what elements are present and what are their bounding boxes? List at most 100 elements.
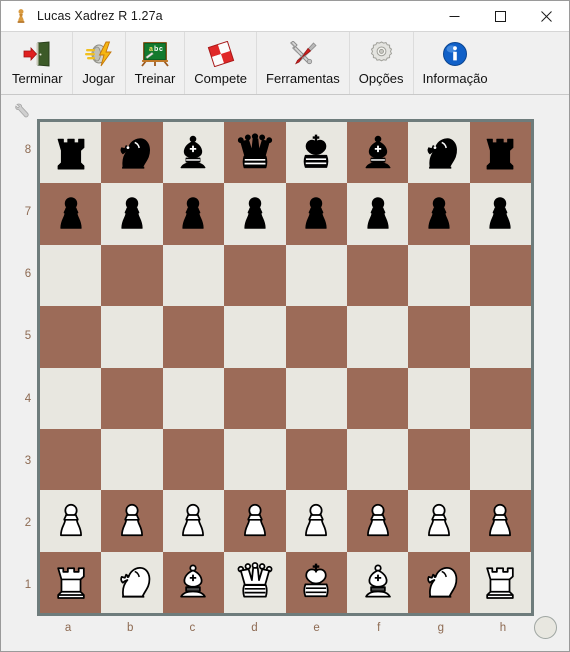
board-square-f1[interactable] <box>346 551 409 613</box>
chess-piece-wp[interactable] <box>49 499 93 543</box>
chessboard-grid[interactable] <box>40 122 531 613</box>
chess-piece-bp[interactable] <box>233 192 277 236</box>
board-square-g8[interactable] <box>408 122 470 184</box>
board-square-d3[interactable] <box>224 428 286 491</box>
chess-piece-wn[interactable] <box>110 560 154 604</box>
chess-piece-br[interactable] <box>478 131 522 175</box>
board-square-h8[interactable] <box>469 122 531 184</box>
board-square-c5[interactable] <box>162 306 225 368</box>
board-square-f3[interactable] <box>346 428 409 491</box>
chess-piece-wq[interactable] <box>233 560 277 604</box>
board-square-f4[interactable] <box>346 367 409 429</box>
wrench-icon[interactable] <box>15 103 31 119</box>
board-square-a1[interactable] <box>40 551 102 613</box>
board-square-d1[interactable] <box>224 551 286 613</box>
board-square-b8[interactable] <box>101 122 163 184</box>
chess-piece-wb[interactable] <box>356 560 400 604</box>
chess-piece-bq[interactable] <box>233 131 277 175</box>
board-square-e2[interactable] <box>285 490 347 552</box>
chess-piece-bb[interactable] <box>171 131 215 175</box>
board-square-c2[interactable] <box>162 490 225 552</box>
board-square-d8[interactable] <box>224 122 286 184</box>
close-button[interactable] <box>523 1 569 31</box>
board-square-d7[interactable] <box>224 183 286 245</box>
board-square-h3[interactable] <box>469 428 531 491</box>
board-square-d5[interactable] <box>224 306 286 368</box>
board-square-a3[interactable] <box>40 428 102 491</box>
board-square-f5[interactable] <box>346 306 409 368</box>
chess-piece-wp[interactable] <box>110 499 154 543</box>
board-square-e3[interactable] <box>285 428 347 491</box>
board-square-e8[interactable] <box>285 122 347 184</box>
toolbar-button-treinar[interactable]: a b c Treinar <box>126 32 186 94</box>
chess-piece-bp[interactable] <box>478 192 522 236</box>
resize-grip-circle[interactable] <box>534 616 557 639</box>
board-square-d2[interactable] <box>224 490 286 552</box>
chess-piece-bp[interactable] <box>49 192 93 236</box>
toolbar-button-terminar[interactable]: Terminar <box>3 32 73 94</box>
toolbar-button-jogar[interactable]: Jogar <box>73 32 126 94</box>
chess-piece-bp[interactable] <box>171 192 215 236</box>
chess-piece-wp[interactable] <box>171 499 215 543</box>
board-square-g3[interactable] <box>408 428 470 491</box>
chess-piece-wp[interactable] <box>233 499 277 543</box>
board-square-d4[interactable] <box>224 367 286 429</box>
chess-piece-wr[interactable] <box>49 560 93 604</box>
chess-piece-bn[interactable] <box>417 131 461 175</box>
board-square-h1[interactable] <box>469 551 531 613</box>
board-square-a8[interactable] <box>40 122 102 184</box>
board-square-f8[interactable] <box>346 122 409 184</box>
board-square-e4[interactable] <box>285 367 347 429</box>
board-square-b1[interactable] <box>101 551 163 613</box>
board-square-d6[interactable] <box>224 244 286 307</box>
board-square-c7[interactable] <box>162 183 225 245</box>
board-square-h4[interactable] <box>469 367 531 429</box>
board-square-h6[interactable] <box>469 244 531 307</box>
board-square-e1[interactable] <box>285 551 347 613</box>
board-square-b7[interactable] <box>101 183 163 245</box>
board-square-g6[interactable] <box>408 244 470 307</box>
board-square-b6[interactable] <box>101 244 163 307</box>
chess-piece-bb[interactable] <box>356 131 400 175</box>
board-square-b5[interactable] <box>101 306 163 368</box>
board-square-e5[interactable] <box>285 306 347 368</box>
chess-piece-bp[interactable] <box>110 192 154 236</box>
toolbar-button-informacao[interactable]: Informação <box>414 32 497 94</box>
board-square-g1[interactable] <box>408 551 470 613</box>
board-square-f7[interactable] <box>346 183 409 245</box>
board-square-c6[interactable] <box>162 244 225 307</box>
chessboard[interactable] <box>37 119 534 616</box>
board-square-a6[interactable] <box>40 244 102 307</box>
minimize-button[interactable] <box>431 1 477 31</box>
board-square-c3[interactable] <box>162 428 225 491</box>
chess-piece-wr[interactable] <box>478 560 522 604</box>
chess-piece-wn[interactable] <box>417 560 461 604</box>
chess-piece-wp[interactable] <box>478 499 522 543</box>
toolbar-button-compete[interactable]: Compete <box>185 32 258 94</box>
board-square-g7[interactable] <box>408 183 470 245</box>
board-square-f6[interactable] <box>346 244 409 307</box>
board-square-h7[interactable] <box>469 183 531 245</box>
board-square-g5[interactable] <box>408 306 470 368</box>
board-square-a4[interactable] <box>40 367 102 429</box>
toolbar-button-opcoes[interactable]: Opções <box>350 32 414 94</box>
board-square-b4[interactable] <box>101 367 163 429</box>
maximize-button[interactable] <box>477 1 523 31</box>
board-square-g2[interactable] <box>408 490 470 552</box>
chess-piece-wb[interactable] <box>171 560 215 604</box>
board-square-f2[interactable] <box>346 490 409 552</box>
board-square-c8[interactable] <box>162 122 225 184</box>
chess-piece-bp[interactable] <box>356 192 400 236</box>
board-square-e6[interactable] <box>285 244 347 307</box>
chess-piece-bn[interactable] <box>110 131 154 175</box>
board-square-c1[interactable] <box>162 551 225 613</box>
chess-piece-bp[interactable] <box>294 192 338 236</box>
board-square-h5[interactable] <box>469 306 531 368</box>
board-square-g4[interactable] <box>408 367 470 429</box>
board-square-h2[interactable] <box>469 490 531 552</box>
chess-piece-wp[interactable] <box>356 499 400 543</box>
board-square-a7[interactable] <box>40 183 102 245</box>
toolbar-button-ferramentas[interactable]: Ferramentas <box>257 32 350 94</box>
chess-piece-bp[interactable] <box>417 192 461 236</box>
chess-piece-wk[interactable] <box>294 560 338 604</box>
